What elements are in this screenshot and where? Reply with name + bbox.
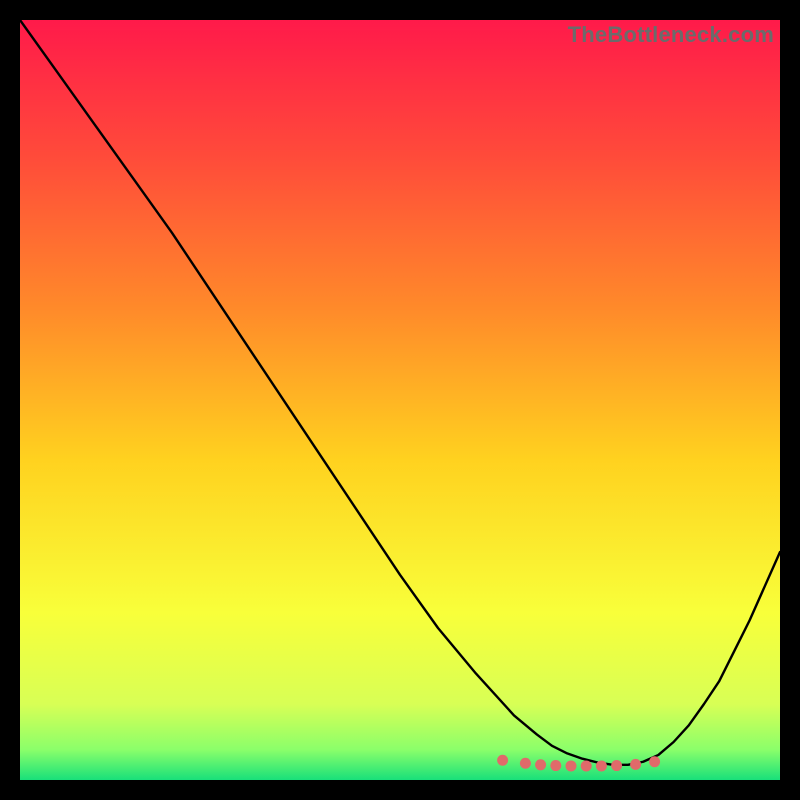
- marker-dot: [649, 756, 660, 767]
- bottleneck-chart: [20, 20, 780, 780]
- marker-dot: [535, 759, 546, 770]
- chart-frame: TheBottleneck.com: [20, 20, 780, 780]
- marker-dot: [611, 760, 622, 771]
- marker-dot: [497, 755, 508, 766]
- marker-dot: [566, 760, 577, 771]
- gradient-background: [20, 20, 780, 780]
- marker-dot: [550, 760, 561, 771]
- marker-dot: [630, 759, 641, 770]
- marker-dot: [520, 758, 531, 769]
- marker-dot: [581, 760, 592, 771]
- marker-dot: [596, 760, 607, 771]
- watermark-text: TheBottleneck.com: [568, 22, 774, 48]
